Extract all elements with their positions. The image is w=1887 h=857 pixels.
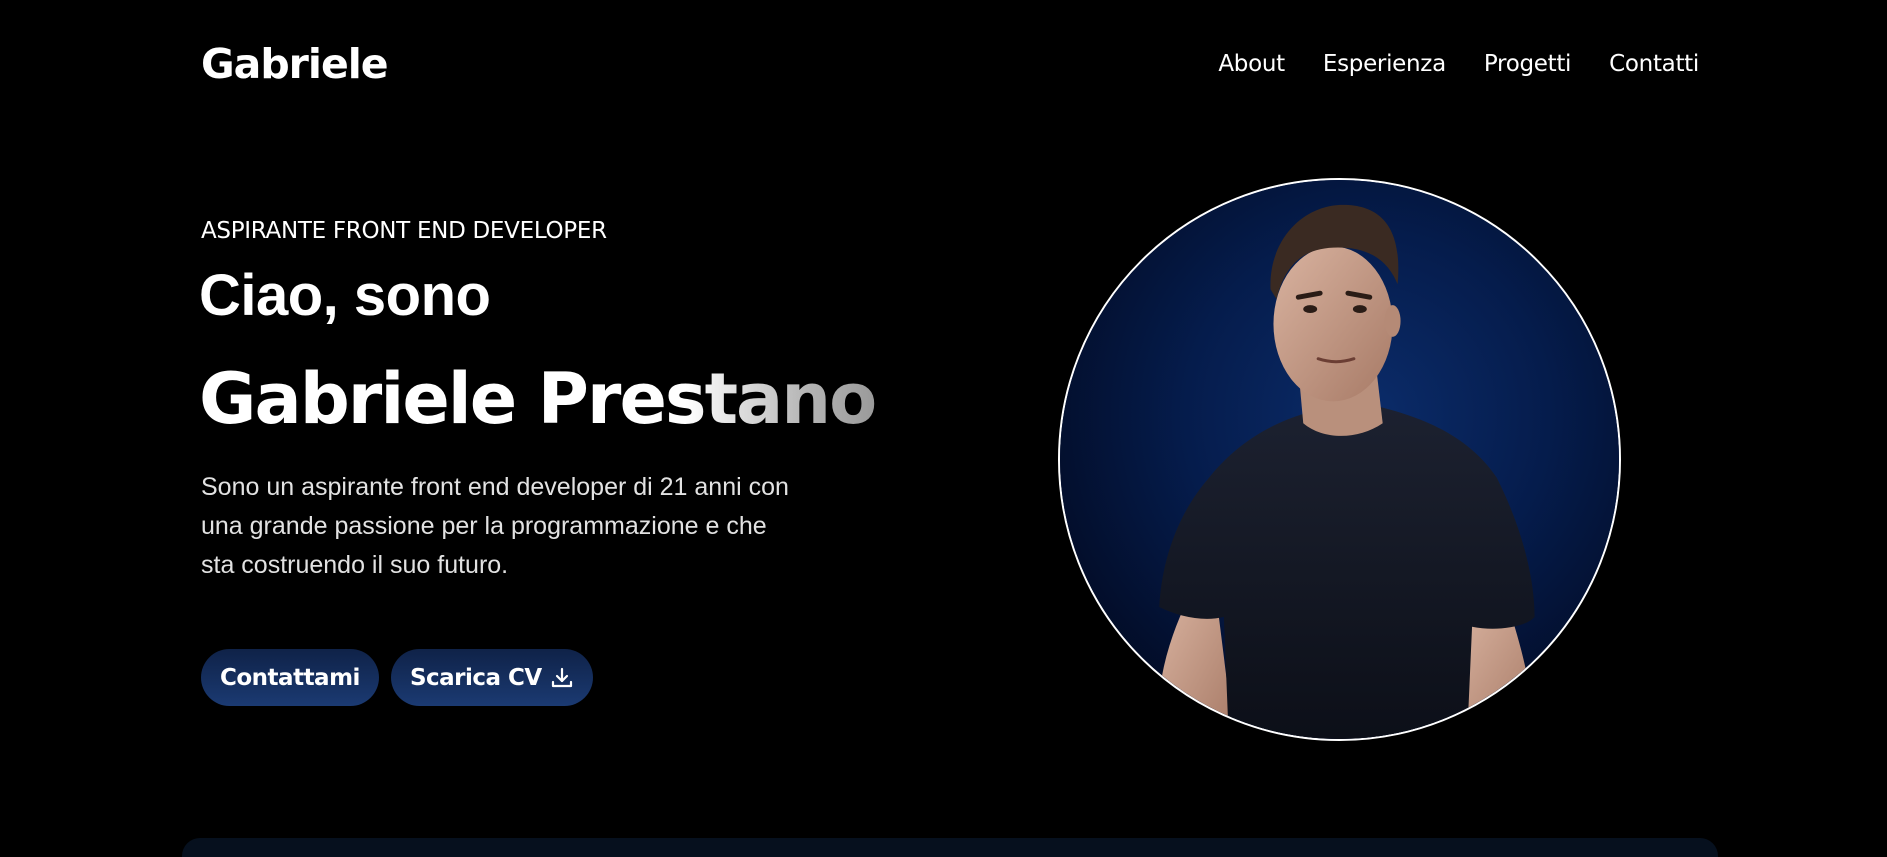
hero-eyebrow: ASPIRANTE FRONT END DEVELOPER: [201, 218, 607, 244]
nav-link-about[interactable]: About: [1218, 51, 1285, 77]
hero-name: Gabriele Prestano: [199, 358, 877, 440]
top-nav: Gabriele About Esperienza Progetti Conta…: [201, 34, 1699, 94]
hero-greeting: Ciao, sono: [199, 263, 491, 328]
nav-links: About Esperienza Progetti Contatti: [1218, 51, 1699, 77]
hero-actions: Contattami Scarica CV: [201, 649, 593, 706]
hero-bio: Sono un aspirante front end developer di…: [201, 473, 789, 579]
download-icon: [550, 666, 574, 690]
next-section-panel: [182, 838, 1718, 857]
profile-photo: [1058, 178, 1621, 741]
contact-button[interactable]: Contattami: [201, 649, 379, 706]
brand-logo[interactable]: Gabriele: [201, 40, 389, 88]
page: Gabriele About Esperienza Progetti Conta…: [0, 0, 1887, 857]
download-cv-button[interactable]: Scarica CV: [390, 649, 593, 706]
nav-link-contatti[interactable]: Contatti: [1609, 51, 1699, 77]
contact-button-label: Contattami: [220, 664, 360, 691]
download-cv-button-label: Scarica CV: [409, 664, 542, 691]
nav-link-esperienza[interactable]: Esperienza: [1323, 51, 1446, 77]
nav-link-progetti[interactable]: Progetti: [1484, 51, 1572, 77]
